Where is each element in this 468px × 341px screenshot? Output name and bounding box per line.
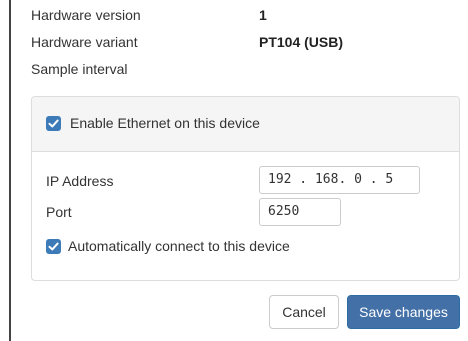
auto-connect-label[interactable]: Automatically connect to this device: [68, 238, 290, 254]
ethernet-settings-panel: Enable Ethernet on this device IP Addres…: [31, 96, 460, 281]
port-label: Port: [46, 204, 72, 220]
sample-interval-label: Sample interval: [31, 61, 128, 77]
enable-ethernet-label[interactable]: Enable Ethernet on this device: [70, 115, 260, 131]
hardware-version-label: Hardware version: [31, 7, 141, 23]
ip-address-input[interactable]: 192 . 168. 0 . 5: [259, 166, 420, 194]
hardware-variant-label: Hardware variant: [31, 34, 138, 50]
dialog-left-border: [9, 0, 11, 341]
port-input[interactable]: 6250: [259, 198, 341, 226]
hardware-variant-value: PT104 (USB): [259, 34, 344, 50]
auto-connect-checkbox[interactable]: [46, 239, 61, 254]
hardware-version-value: 1: [259, 7, 267, 23]
save-changes-button[interactable]: Save changes: [347, 295, 460, 329]
cancel-button[interactable]: Cancel: [269, 295, 339, 329]
checkmark-icon: [48, 119, 59, 128]
ethernet-panel-heading: Enable Ethernet on this device: [32, 97, 459, 152]
checkmark-icon: [48, 242, 59, 251]
ip-address-label: IP Address: [46, 173, 114, 189]
enable-ethernet-checkbox[interactable]: [46, 116, 61, 131]
